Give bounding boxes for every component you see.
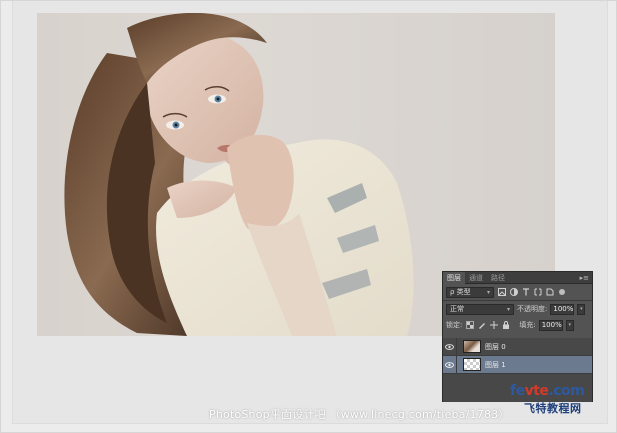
opacity-dropdown-icon[interactable]: ▾ [577,303,586,315]
tab-layers[interactable]: 图层 [443,271,465,284]
layer-thumbnail [463,358,481,371]
logo-com: .com [548,383,585,399]
logo-chinese: 飞特教程网 [524,402,582,415]
layer-filter-select[interactable]: ρ 类型 ▾ [446,286,494,298]
chevron-down-icon: ▾ [486,288,490,296]
layer-row-1[interactable]: 图层 1 [443,355,592,374]
chevron-down-icon: ▾ [506,305,510,313]
lock-all-icon[interactable] [501,321,510,330]
fill-input[interactable]: 100% [538,319,563,331]
logo-domain: fevte.com [510,383,585,399]
smartobject-filter-icon[interactable] [545,288,554,297]
layer-name[interactable]: 图层 0 [485,342,506,352]
blend-mode-value: 正常 [450,305,464,313]
layer-row-0[interactable]: 图层 0 [443,337,592,356]
blend-mode-select[interactable]: 正常 ▾ [446,303,514,315]
visibility-eye-icon[interactable] [443,337,457,356]
adjustment-filter-icon[interactable] [509,288,518,297]
lock-position-icon[interactable] [489,321,498,330]
tab-channels[interactable]: 通道 [465,272,487,284]
layer-name[interactable]: 图层 1 [485,360,506,370]
fill-label: 填充: [519,321,536,329]
filter-label: ρ 类型 [450,288,471,296]
page-frame: 图层 通道 路径 ▸≡ ρ 类型 ▾ 正常 ▾ 不透明度: 100% ▾ 锁定:… [0,0,617,433]
blend-row: 正常 ▾ 不透明度: 100% ▾ [443,301,592,317]
fill-dropdown-icon[interactable]: ▾ [565,319,574,331]
panel-menu-icon[interactable]: ▸≡ [580,274,592,282]
watermark-text: PhotoShop平面设计吧 （www.linecg.com/tieba/178… [209,408,510,421]
filter-row: ρ 类型 ▾ [443,284,592,300]
filter-toggle-icon[interactable] [557,288,566,297]
tab-paths[interactable]: 路径 [487,272,509,284]
type-filter-icon[interactable] [521,288,530,297]
panel-tabs: 图层 通道 路径 ▸≡ [443,271,592,284]
lock-label: 锁定: [446,321,463,329]
lock-row: 锁定: 填充: 100% ▾ [443,317,592,333]
opacity-label: 不透明度: [517,305,548,313]
lock-image-pixels-icon[interactable] [477,321,486,330]
lock-transparent-pixels-icon[interactable] [465,321,474,330]
layer-thumbnail [463,340,481,353]
shape-filter-icon[interactable] [533,288,542,297]
opacity-input[interactable]: 100% [550,303,575,315]
site-logo: fevte.com 飞特教程网 [510,383,610,419]
logo-vte: vte [524,383,549,399]
visibility-eye-icon[interactable] [443,355,457,374]
image-filter-icon[interactable] [497,288,506,297]
logo-fe: fe [510,383,525,399]
